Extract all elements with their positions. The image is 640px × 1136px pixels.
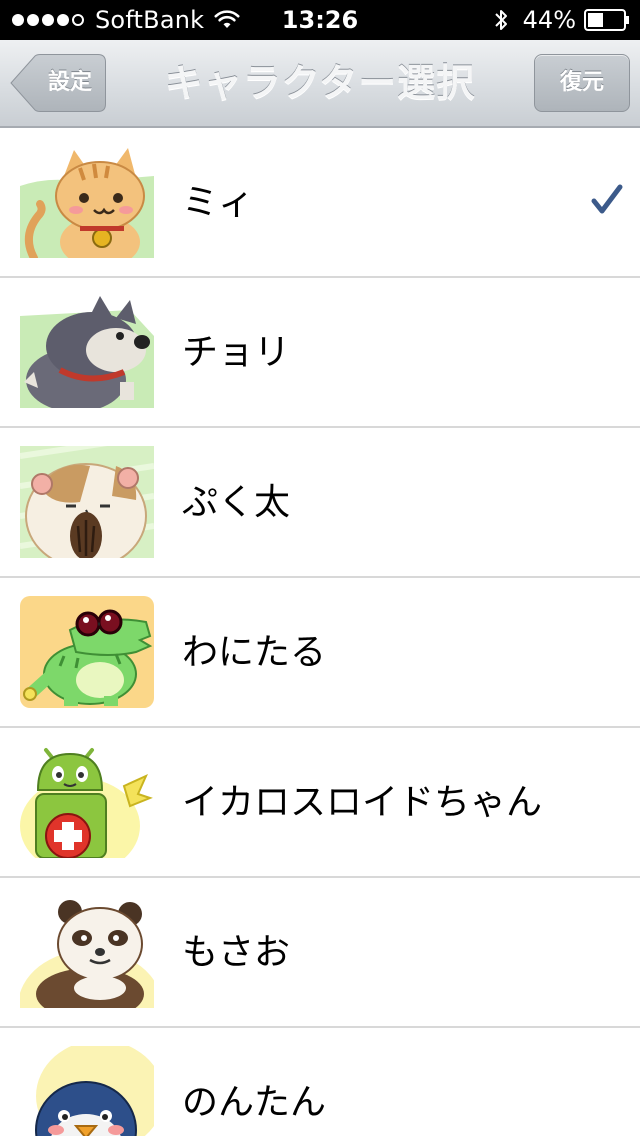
back-button[interactable]: 設定 bbox=[10, 54, 106, 112]
character-name: チョリ bbox=[182, 332, 291, 373]
character-row-ikarosuroid-chan[interactable]: イカロスロイドちゃん bbox=[0, 728, 640, 878]
character-row-chori[interactable]: チョリ bbox=[0, 278, 640, 428]
battery-icon bbox=[584, 9, 629, 31]
restore-button[interactable]: 復元 bbox=[534, 54, 630, 112]
character-thumbnail bbox=[20, 1046, 154, 1136]
character-thumbnail bbox=[20, 146, 154, 258]
signal-dot bbox=[57, 14, 69, 26]
character-name: わにたる bbox=[182, 632, 327, 673]
character-row-mosao[interactable]: もさお bbox=[0, 878, 640, 1028]
bluetooth-icon bbox=[494, 10, 507, 30]
screen: SoftBank 13:26 44% 設定 キャラクター選択 復元 ミィ チョリ… bbox=[0, 0, 640, 1136]
character-name: ミィ bbox=[182, 182, 255, 223]
status-right: 44% bbox=[493, 0, 630, 40]
dog-icon bbox=[20, 296, 154, 408]
signal-dot bbox=[72, 14, 84, 26]
character-name: ぷく太 bbox=[182, 482, 291, 523]
hamster-icon bbox=[20, 446, 154, 558]
character-row-wanitaru[interactable]: わにたる bbox=[0, 578, 640, 728]
panda-icon bbox=[20, 896, 154, 1008]
character-thumbnail bbox=[20, 746, 154, 858]
back-button-label: 設定 bbox=[47, 70, 92, 95]
status-left: SoftBank bbox=[12, 0, 240, 40]
character-list: ミィ チョリ ぷく太 わにたる イカロスロイドちゃん もさお のんたん bbox=[0, 128, 640, 1136]
cat-icon bbox=[20, 146, 154, 258]
character-name: イカロスロイドちゃん bbox=[182, 782, 543, 823]
penguin-icon bbox=[20, 1046, 154, 1136]
character-thumbnail bbox=[20, 296, 154, 408]
checkmark-icon bbox=[591, 184, 623, 214]
battery-percent: 44% bbox=[522, 6, 576, 34]
signal-dot bbox=[27, 14, 39, 26]
wifi-icon bbox=[214, 10, 240, 28]
character-row-pukuta[interactable]: ぷく太 bbox=[0, 428, 640, 578]
character-thumbnail bbox=[20, 896, 154, 1008]
android-icon bbox=[20, 746, 154, 858]
crocodile-icon bbox=[20, 596, 154, 708]
carrier-name: SoftBank bbox=[95, 6, 205, 34]
character-row-mii[interactable]: ミィ bbox=[0, 128, 640, 278]
status-bar: SoftBank 13:26 44% bbox=[0, 0, 640, 40]
signal-dot bbox=[12, 14, 24, 26]
navigation-bar: 設定 キャラクター選択 復元 bbox=[0, 40, 640, 128]
character-thumbnail bbox=[20, 596, 154, 708]
page-title: キャラクター選択 bbox=[164, 61, 476, 105]
signal-dot bbox=[42, 14, 54, 26]
character-thumbnail bbox=[20, 446, 154, 558]
character-name: のんたん bbox=[182, 1082, 327, 1123]
character-row-nontan[interactable]: のんたん bbox=[0, 1028, 640, 1136]
character-name: もさお bbox=[182, 932, 291, 973]
signal-strength-icon bbox=[12, 14, 87, 26]
